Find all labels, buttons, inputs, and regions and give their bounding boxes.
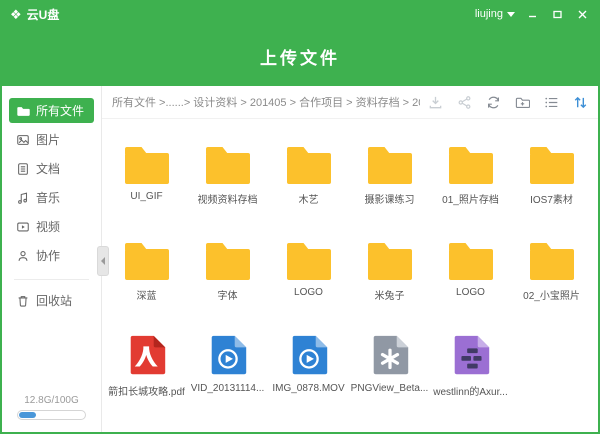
chevron-down-icon [507,12,515,17]
file-item[interactable]: westlinn的Axur... [430,317,511,413]
user-menu[interactable]: liujing [475,8,515,20]
refresh-icon[interactable] [486,95,501,110]
close-button[interactable] [574,6,590,22]
folder-icon [122,221,172,287]
file-name: PNGView_Beta... [351,383,429,394]
sidebar-item-recycle-bin[interactable]: 回收站 [9,288,94,313]
folder-icon [203,221,253,287]
sidebar-item-images[interactable]: 图片 [9,127,94,152]
file-name: 01_照片存档 [442,191,499,206]
folder-icon [365,125,415,191]
sidebar-item-all-files[interactable]: 所有文件 [9,98,94,123]
sidebar-item-videos[interactable]: 视频 [9,214,94,239]
sidebar: 所有文件 图片 文档 音乐 视频 协作 [2,86,102,432]
folder-item[interactable]: 摄影课练习 [349,125,430,221]
file-name: LOGO [294,287,323,298]
folder-icon [446,125,496,191]
file-name: IMG_0878.MOV [272,383,344,394]
folder-item[interactable]: UI_GIF [106,125,187,221]
sidebar-item-music[interactable]: 音乐 [9,185,94,210]
folder-icon [16,104,30,118]
maximize-button[interactable] [549,6,565,22]
sort-icon[interactable] [573,95,588,110]
file-item[interactable]: PNGView_Beta... [349,317,430,413]
file-grid: UI_GIF 视频资料存档 木艺 摄影课练习 01_照片存档 IOS7素材深蓝 字体 LOGO… [102,119,598,432]
folder-icon [365,221,415,287]
list-view-icon[interactable] [544,95,559,110]
people-icon [16,249,30,263]
chevron-left-icon [101,257,105,265]
file-item[interactable]: IMG_0878.MOV [268,317,349,413]
app-window: ❖ 云U盘 liujing 上传文件 所有文件 [0,0,600,434]
title-bar: ❖ 云U盘 liujing [2,2,598,26]
folder-item[interactable]: 02_小宝照片 [511,221,592,317]
folder-item[interactable]: 米兔子 [349,221,430,317]
folder-icon [284,125,334,191]
page-header: 上传文件 [2,26,598,86]
folder-icon [446,221,496,287]
video-file-icon [286,317,332,383]
file-name: UI_GIF [130,191,162,202]
file-name: westlinn的Axur... [433,383,507,398]
new-folder-icon[interactable] [515,95,530,110]
file-name: 深蓝 [137,287,157,302]
app-logo-icon: ❖ [10,8,22,21]
folder-icon [527,125,577,191]
file-name: 箭扣长城攻略.pdf [108,383,185,398]
file-item[interactable]: 箭扣长城攻略.pdf [106,317,187,413]
file-name: 视频资料存档 [198,191,258,206]
folder-item[interactable]: IOS7素材 [511,125,592,221]
image-icon [16,133,30,147]
toolbar: 所有文件 >......> 设计资料 > 201405 > 合作项目 > 资料存… [102,86,598,119]
music-icon [16,191,30,205]
folder-item[interactable]: 视频资料存档 [187,125,268,221]
file-name: IOS7素材 [530,191,573,206]
folder-icon [527,221,577,287]
axure-file-icon [448,317,494,383]
sidebar-divider [14,279,89,280]
file-name: 摄影课练习 [365,191,415,206]
storage-bar-fill [19,412,36,418]
sidebar-item-documents[interactable]: 文档 [9,156,94,181]
folder-item[interactable]: LOGO [268,221,349,317]
document-icon [16,162,30,176]
pdf-file-icon [124,317,170,383]
folder-item[interactable]: LOGO [430,221,511,317]
file-name: 02_小宝照片 [523,287,580,302]
username: liujing [475,8,503,20]
folder-item[interactable]: 深蓝 [106,221,187,317]
file-name: VID_20131114... [191,383,265,394]
storage-bar [17,410,86,420]
file-name: LOGO [456,287,485,298]
folder-icon [203,125,253,191]
file-name: 字体 [218,287,238,302]
main-panel: 所有文件 >......> 设计资料 > 201405 > 合作项目 > 资料存… [102,86,598,432]
share-icon[interactable] [457,95,472,110]
storage-indicator: 12.8G/100G [2,389,101,432]
folder-icon [284,221,334,287]
file-name: 木艺 [299,191,319,206]
sidebar-item-collaboration[interactable]: 协作 [9,243,94,268]
download-icon[interactable] [428,95,443,110]
file-item[interactable]: VID_20131114... [187,317,268,413]
folder-icon [122,125,172,191]
breadcrumb[interactable]: 所有文件 >......> 设计资料 > 201405 > 合作项目 > 资料存… [112,94,420,110]
folder-item[interactable]: 01_照片存档 [430,125,511,221]
storage-label: 12.8G/100G [17,395,86,406]
asterisk-file-icon [367,317,413,383]
trash-icon [16,294,30,308]
page-title: 上传文件 [260,44,340,69]
minimize-button[interactable] [524,6,540,22]
folder-item[interactable]: 木艺 [268,125,349,221]
video-file-icon [205,317,251,383]
sidebar-collapse-handle[interactable] [97,246,109,276]
file-name: 米兔子 [375,287,405,302]
app-title: 云U盘 [27,6,60,23]
video-icon [16,220,30,234]
folder-item[interactable]: 字体 [187,221,268,317]
